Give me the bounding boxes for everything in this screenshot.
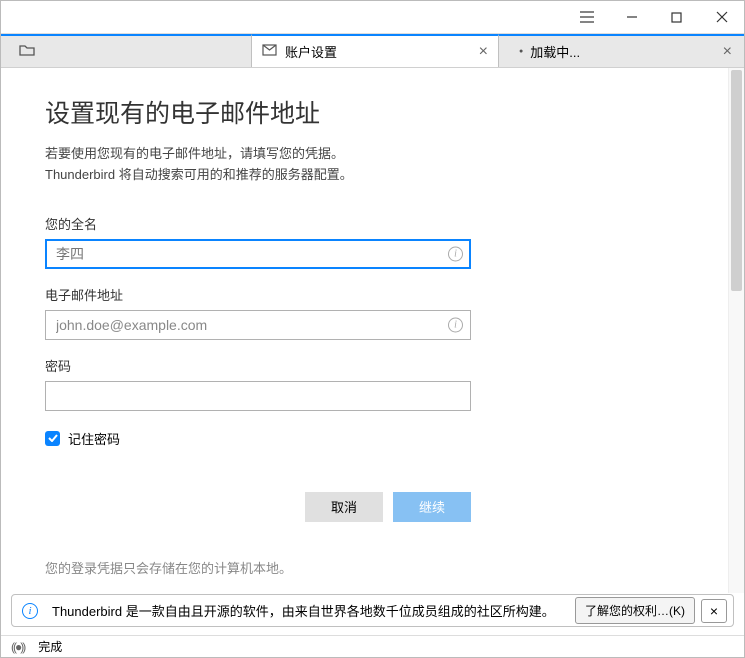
info-icon: i <box>22 603 38 619</box>
info-icon[interactable]: i <box>448 246 463 261</box>
tabstrip: 账户设置 × ● 加载中... × <box>1 34 744 68</box>
tab-loading[interactable]: ● 加载中... × <box>499 36 744 67</box>
status-text: 完成 <box>38 638 62 655</box>
tab-close-icon[interactable]: × <box>723 43 732 61</box>
account-setup-panel: 设置现有的电子邮件地址 若要使用您现有的电子邮件地址，请填写您的凭据。 Thun… <box>1 68 728 593</box>
email-label: 电子邮件地址 <box>45 285 728 304</box>
tab-account-settings[interactable]: 账户设置 × <box>251 34 499 67</box>
status-bar: ((●)) 完成 <box>1 635 744 657</box>
titlebar <box>1 1 744 34</box>
email-input[interactable] <box>45 310 471 340</box>
checkbox-icon <box>45 431 60 446</box>
notification-bar: i Thunderbird 是一款自由且开源的软件，由来自世界各地数千位成员组成… <box>11 594 734 627</box>
maximize-button[interactable] <box>654 1 699 34</box>
tab-label: 加载中... <box>530 42 580 61</box>
cancel-button[interactable]: 取消 <box>305 492 383 522</box>
info-icon[interactable]: i <box>448 317 463 332</box>
close-button[interactable] <box>699 1 744 34</box>
fullname-input[interactable] <box>45 239 471 269</box>
tab-close-icon[interactable]: × <box>479 43 488 61</box>
learn-rights-button[interactable]: 了解您的权利…(K) <box>575 597 695 624</box>
fullname-label: 您的全名 <box>45 214 728 233</box>
notification-close-button[interactable]: × <box>701 599 727 623</box>
page-subtitle: Thunderbird 将自动搜索可用的和推荐的服务器配置。 <box>45 165 728 186</box>
scrollbar[interactable] <box>728 68 744 593</box>
minimize-button[interactable] <box>609 1 654 34</box>
tab-folders[interactable] <box>1 36 251 67</box>
page-subtitle: 若要使用您现有的电子邮件地址，请填写您的凭据。 <box>45 144 728 165</box>
password-label: 密码 <box>45 356 728 375</box>
activity-icon: ((●)) <box>11 640 24 654</box>
checkbox-label: 记住密码 <box>68 429 120 448</box>
tab-label: 账户设置 <box>285 42 479 61</box>
mail-icon <box>262 43 277 61</box>
loading-icon: ● <box>519 48 523 55</box>
password-input[interactable] <box>45 381 471 411</box>
continue-button[interactable]: 继续 <box>393 492 471 522</box>
remember-password-checkbox[interactable]: 记住密码 <box>45 429 728 448</box>
scrollbar-thumb[interactable] <box>731 70 742 291</box>
notification-text: Thunderbird 是一款自由且开源的软件，由来自世界各地数千位成员组成的社… <box>52 601 575 620</box>
menu-button[interactable] <box>564 1 609 34</box>
page-title: 设置现有的电子邮件地址 <box>45 94 728 130</box>
credentials-footnote: 您的登录凭据只会存储在您的计算机本地。 <box>45 558 728 577</box>
folder-icon <box>19 43 35 61</box>
